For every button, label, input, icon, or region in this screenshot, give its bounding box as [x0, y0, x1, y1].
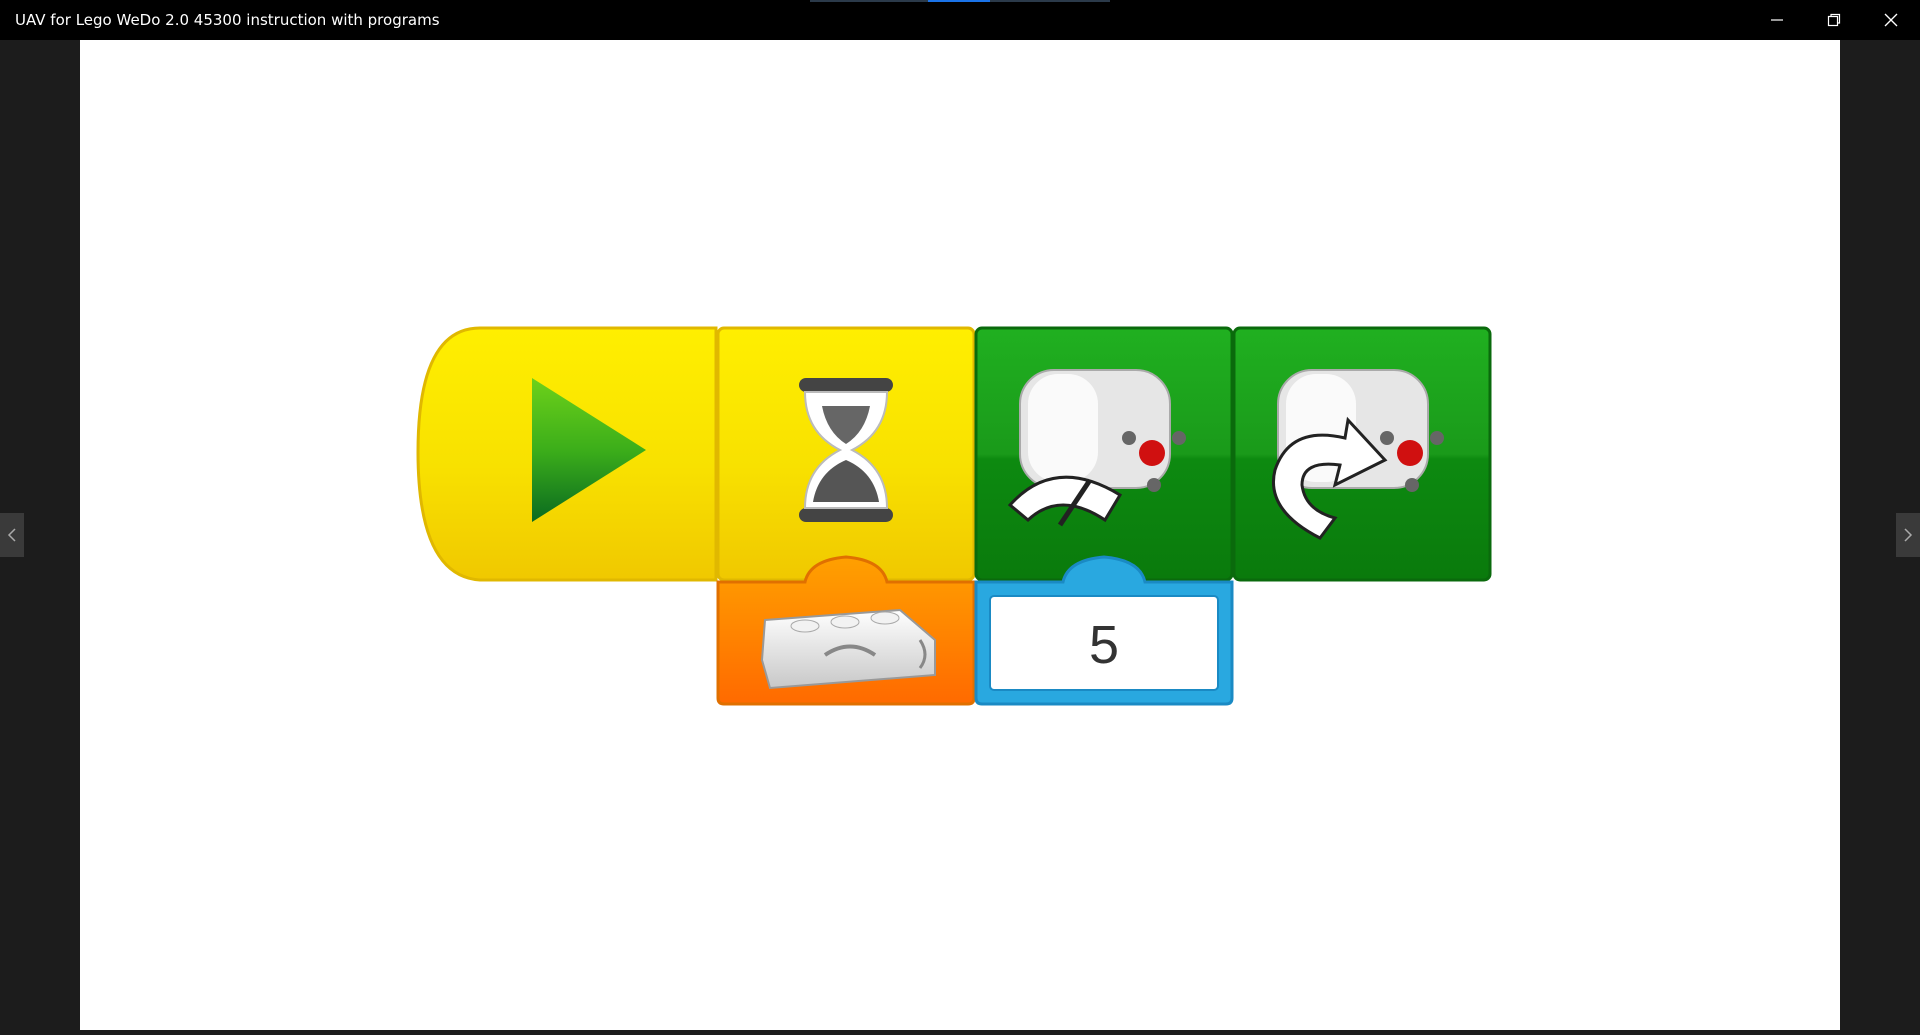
window-title: UAV for Lego WeDo 2.0 45300 instruction … [15, 11, 440, 29]
motor-direction-block[interactable] [1232, 326, 1492, 582]
minimize-button[interactable] [1748, 0, 1805, 40]
next-button[interactable] [1896, 513, 1920, 557]
program-canvas: 5 [416, 326, 1492, 706]
image-viewer: 5 [80, 40, 1840, 1030]
wait-block[interactable] [716, 326, 976, 582]
close-button[interactable] [1862, 0, 1919, 40]
close-icon [1884, 13, 1897, 27]
restore-button[interactable] [1805, 0, 1862, 40]
title-bar: UAV for Lego WeDo 2.0 45300 instruction … [0, 0, 1920, 40]
chevron-left-icon [7, 528, 16, 542]
tilt-sensor-icon [760, 608, 936, 690]
previous-button[interactable] [0, 513, 24, 557]
chevron-right-icon [1904, 528, 1913, 542]
number-input-value: 5 [1089, 615, 1119, 675]
motor-power-block[interactable] [974, 326, 1234, 582]
title-accent-highlight [928, 0, 990, 2]
restore-icon [1827, 13, 1840, 27]
start-block[interactable] [416, 326, 718, 582]
minimize-icon [1770, 19, 1783, 21]
